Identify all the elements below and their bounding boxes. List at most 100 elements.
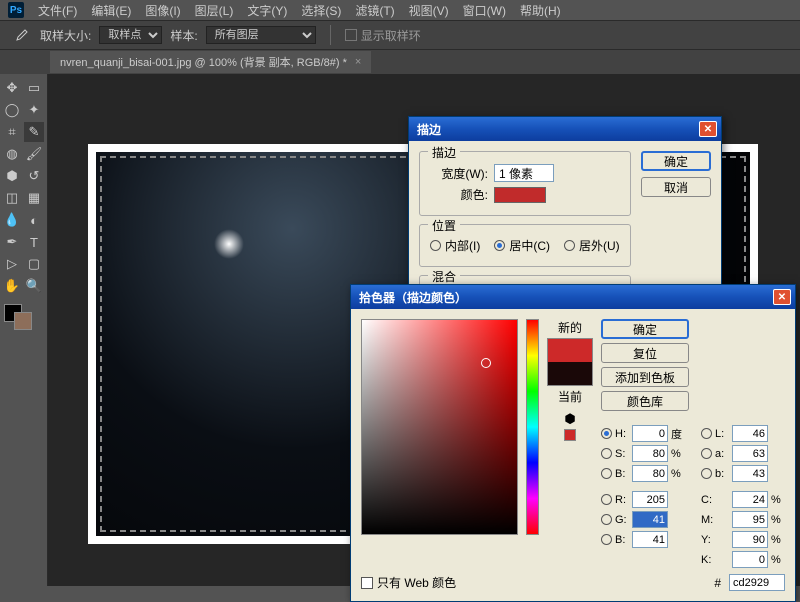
blur-tool[interactable]: 💧 [2,210,22,230]
h-radio[interactable] [601,428,612,439]
lasso-tool[interactable]: ◯ [2,100,22,120]
pos-center-radio[interactable]: 居中(C) [494,237,550,254]
color-picker-dialog: 拾色器（描边颜色） ✕ 新的 当前 ⬢ [350,284,796,602]
g-input[interactable] [632,511,668,528]
document-tab-bar: nvren_quanji_bisai-001.jpg @ 100% (背景 副本… [0,50,800,74]
m-input[interactable] [732,511,768,528]
blend-group-label: 混合 [428,268,460,285]
menu-view[interactable]: 视图(V) [403,0,455,21]
picker-reset-button[interactable]: 复位 [601,343,689,363]
marquee-tool[interactable]: ▭ [24,78,44,98]
stroke-dialog: 描边 ✕ 描边 宽度(W): 颜色: 位置 内部(I) 居中(C) [408,116,722,312]
eyedropper-icon [8,24,32,46]
type-tool[interactable]: T [24,232,44,252]
dodge-tool[interactable]: ◐ [24,210,44,230]
l-radio[interactable] [701,428,712,439]
brush-tool[interactable]: 🖌 [24,144,44,164]
k-input[interactable] [732,551,768,568]
document-tab[interactable]: nvren_quanji_bisai-001.jpg @ 100% (背景 副本… [50,51,371,73]
color-preview[interactable] [547,338,593,386]
crop-tool[interactable]: ⌗ [2,122,22,142]
hand-tool[interactable]: ✋ [2,276,22,296]
heal-tool[interactable]: ◍ [2,144,22,164]
close-tab-icon[interactable]: × [355,56,361,68]
menu-help[interactable]: 帮助(H) [514,0,567,21]
r-radio[interactable] [601,494,612,505]
gradient-tool[interactable]: ▦ [24,188,44,208]
stroke-color-swatch[interactable] [494,187,546,203]
canvas-area: 描边 ✕ 描边 宽度(W): 颜色: 位置 内部(I) 居中(C) [48,74,800,586]
zoom-tool[interactable]: 🔍 [24,276,44,296]
options-bar: 取样大小: 取样点 样本: 所有图层 显示取样环 [0,20,800,50]
new-color-label: 新的 [558,319,582,336]
sample-label: 样本: [170,27,197,44]
sample-layers-select[interactable]: 所有图层 [206,26,316,44]
b-radio[interactable] [601,468,612,479]
path-tool[interactable]: ▷ [2,254,22,274]
s-radio[interactable] [601,448,612,459]
color-swatches[interactable] [2,304,34,330]
app-logo: Ps [8,2,24,18]
width-input[interactable] [494,164,554,182]
tool-panel: ✥ ▭ ◯ ✦ ⌗ ✎ ◍ 🖌 ⬢ ↺ ◫ ▦ 💧 ◐ ✒ T ▷ ▢ ✋ 🔍 [0,74,48,586]
document-tab-label: nvren_quanji_bisai-001.jpg @ 100% (背景 副本… [60,54,347,70]
c-input[interactable] [732,491,768,508]
stroke-titlebar[interactable]: 描边 ✕ [409,117,721,141]
menu-type[interactable]: 文字(Y) [241,0,293,21]
pos-inside-radio[interactable]: 内部(I) [430,237,480,254]
picker-close-button[interactable]: ✕ [773,289,791,305]
menu-file[interactable]: 文件(F) [32,0,83,21]
r-input[interactable] [632,491,668,508]
sample-size-label: 取样大小: [40,27,91,44]
hex-input[interactable] [729,574,785,591]
stamp-tool[interactable]: ⬢ [2,166,22,186]
lab-b-radio[interactable] [701,468,712,479]
picker-ok-button[interactable]: 确定 [601,319,689,339]
b-input[interactable] [632,465,668,482]
picker-title: 拾色器（描边颜色） [359,289,467,306]
stroke-cancel-button[interactable]: 取消 [641,177,711,197]
menu-bar: Ps 文件(F) 编辑(E) 图像(I) 图层(L) 文字(Y) 选择(S) 滤… [0,0,800,20]
pos-outside-radio[interactable]: 居外(U) [564,237,620,254]
s-input[interactable] [632,445,668,462]
web-only-checkbox[interactable]: 只有 Web 颜色 [361,574,456,591]
menu-select[interactable]: 选择(S) [295,0,347,21]
menu-filter[interactable]: 滤镜(T) [349,0,400,21]
history-brush[interactable]: ↺ [24,166,44,186]
lab-b-input[interactable] [732,465,768,482]
eraser-tool[interactable]: ◫ [2,188,22,208]
shape-tool[interactable]: ▢ [24,254,44,274]
bl-radio[interactable] [601,534,612,545]
a-radio[interactable] [701,448,712,459]
menu-edit[interactable]: 编辑(E) [85,0,137,21]
picker-library-button[interactable]: 颜色库 [601,391,689,411]
stroke-title: 描边 [417,121,441,138]
a-input[interactable] [732,445,768,462]
menu-image[interactable]: 图像(I) [139,0,186,21]
move-tool[interactable]: ✥ [2,78,22,98]
h-input[interactable] [632,425,668,442]
pen-tool[interactable]: ✒ [2,232,22,252]
menu-layer[interactable]: 图层(L) [189,0,240,21]
menu-window[interactable]: 窗口(W) [457,0,512,21]
current-color-label: 当前 [558,388,582,405]
show-ring-checkbox[interactable]: 显示取样环 [345,27,421,44]
saturation-value-field[interactable] [361,319,518,535]
l-input[interactable] [732,425,768,442]
websafe-swatch[interactable] [564,429,576,441]
stroke-close-button[interactable]: ✕ [699,121,717,137]
color-label: 颜色: [430,186,488,203]
y-input[interactable] [732,531,768,548]
sample-size-select[interactable]: 取样点 [99,26,162,44]
bl-input[interactable] [632,531,668,548]
eyedropper-tool[interactable]: ✎ [24,122,44,142]
picker-add-swatch-button[interactable]: 添加到色板 [601,367,689,387]
picker-titlebar[interactable]: 拾色器（描边颜色） ✕ [351,285,795,309]
position-group-label: 位置 [428,217,460,234]
hue-slider[interactable] [526,319,539,535]
wand-tool[interactable]: ✦ [24,100,44,120]
stroke-group-label: 描边 [428,144,460,161]
gamut-warning-icon[interactable]: ⬢ [564,411,575,427]
stroke-ok-button[interactable]: 确定 [641,151,711,171]
g-radio[interactable] [601,514,612,525]
